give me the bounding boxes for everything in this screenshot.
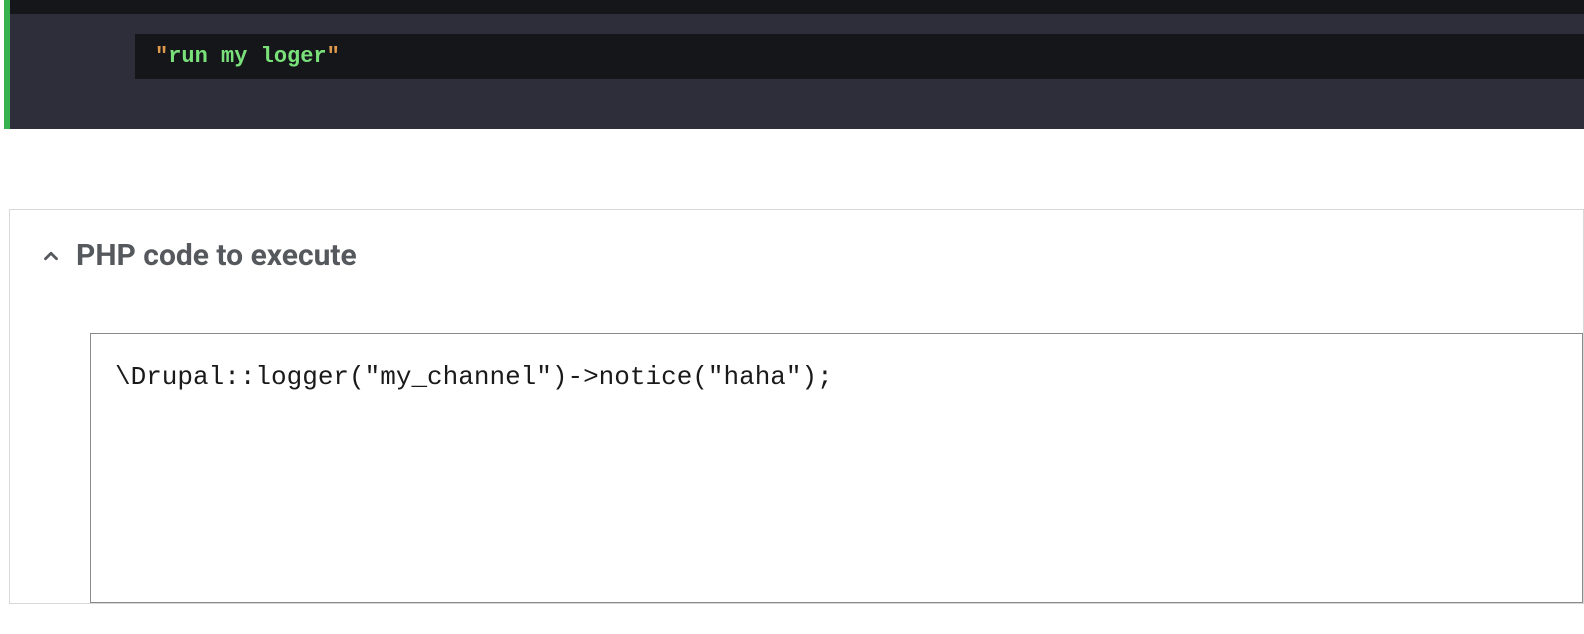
section-header[interactable]: PHP code to execute	[10, 238, 1583, 273]
section-title: PHP code to execute	[76, 238, 357, 273]
dark-code-panel: "run my loger"	[4, 0, 1584, 129]
string-literal: run my loger	[168, 44, 326, 69]
php-code-textarea[interactable]: \Drupal::logger("my_channel")->notice("h…	[90, 333, 1583, 603]
code-string: "run my loger"	[155, 44, 340, 69]
chevron-up-icon	[40, 245, 62, 267]
dark-strip	[10, 0, 1584, 14]
code-line: "run my loger"	[135, 34, 1584, 79]
php-code-content: \Drupal::logger("my_channel")->notice("h…	[115, 362, 1558, 392]
php-execute-panel: PHP code to execute \Drupal::logger("my_…	[9, 209, 1584, 604]
